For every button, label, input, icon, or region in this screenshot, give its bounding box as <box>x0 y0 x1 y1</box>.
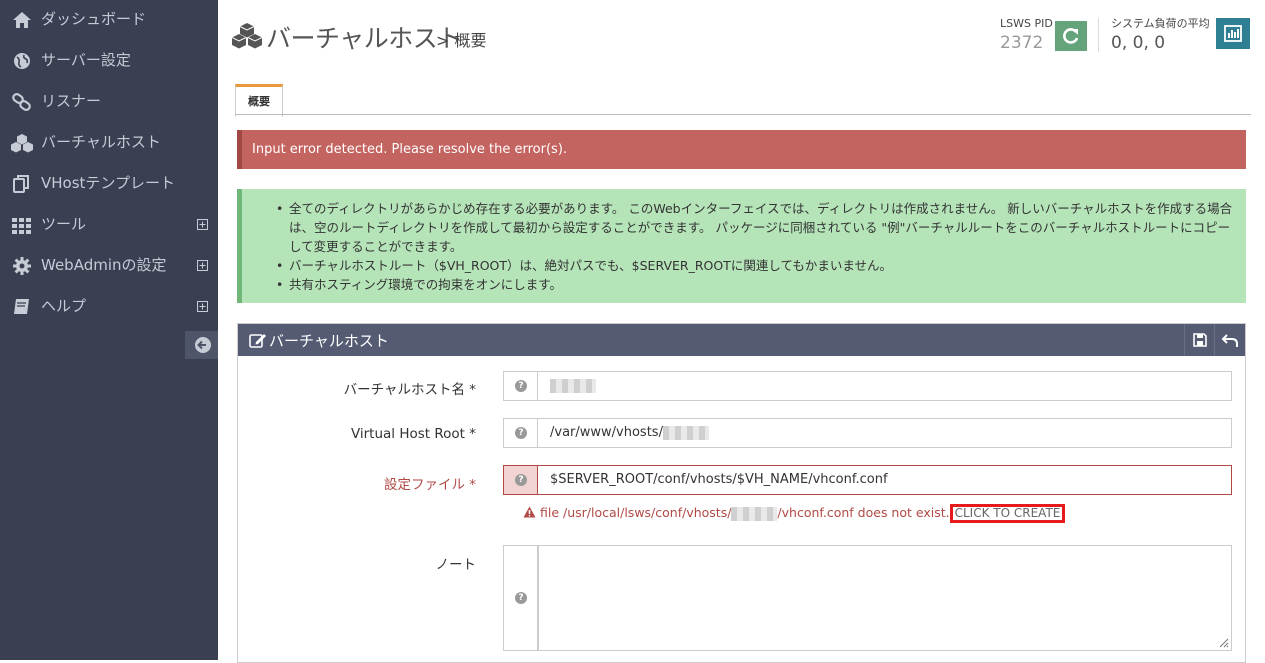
sidebar-item-label: バーチャルホスト <box>41 133 161 151</box>
config-file-value: $SERVER_ROOT/conf/vhosts/$VH_NAME/vhconf… <box>550 472 888 487</box>
globe-icon <box>14 53 30 69</box>
expand-icon <box>197 301 208 312</box>
load-average-value: 0, 0, 0 <box>1111 33 1166 53</box>
help-button[interactable]: ? <box>503 545 538 651</box>
error-path-prefix: file /usr/local/lsws/conf/vhosts/ <box>539 505 732 520</box>
config-file-input[interactable]: $SERVER_ROOT/conf/vhosts/$VH_NAME/vhconf… <box>538 465 1232 495</box>
error-path-suffix: /vhconf.conf does not exist. <box>777 505 950 520</box>
book-icon <box>14 299 29 314</box>
sidebar-item-tools[interactable]: ツール <box>0 205 218 246</box>
sidebar-item-vhost-templates[interactable]: VHostテンプレート <box>0 164 218 205</box>
bar-chart-icon <box>1224 25 1242 42</box>
header-divider <box>1098 18 1099 52</box>
help-button[interactable]: ? <box>503 465 538 495</box>
vhost-name-label: バーチャルホスト名 * <box>343 382 476 398</box>
resize-handle-icon[interactable] <box>1219 638 1229 648</box>
vhost-panel: バーチャルホスト バーチャルホスト名 * ? Virtual Host Root… <box>237 323 1246 663</box>
config-file-error: file /usr/local/lsws/conf/vhosts/ /vhconf… <box>523 504 1066 523</box>
sidebar-item-listeners[interactable]: リスナー <box>0 82 218 123</box>
info-item: バーチャルホストルート（$VH_ROOT）は、絶対パスでも、$SERVER_RO… <box>276 256 1239 275</box>
warning-icon <box>523 506 536 518</box>
home-icon <box>13 12 31 28</box>
help-button[interactable]: ? <box>503 371 538 401</box>
save-button[interactable] <box>1184 324 1215 356</box>
cubes-icon <box>11 134 33 153</box>
sidebar-item-label: リスナー <box>41 92 102 110</box>
expand-icon <box>197 219 208 230</box>
click-to-create-link[interactable]: CLICK TO CREATE <box>949 504 1066 523</box>
info-alert: 全てのディレクトリがあらかじめ存在する必要があります。 このWebインターフェイ… <box>237 189 1246 303</box>
question-icon: ? <box>515 427 527 439</box>
sidebar-item-label: サーバー設定 <box>41 51 131 69</box>
sidebar-collapse-button[interactable] <box>185 331 218 359</box>
copy-icon <box>13 175 29 193</box>
undo-icon <box>1221 334 1238 347</box>
page-title: バーチャルホスト <box>266 24 462 53</box>
note-label: ノート <box>435 557 477 573</box>
breadcrumb: > 概要 <box>436 31 487 50</box>
redacted-value <box>662 425 709 440</box>
redacted-value <box>550 378 596 393</box>
load-average-label: システム負荷の平均 <box>1111 17 1210 30</box>
info-item: 共有ホスティング環境での拘束をオンにします。 <box>276 275 1239 294</box>
panel-header: バーチャルホスト <box>238 324 1245 356</box>
main-content: バーチャルホスト > 概要 LSWS PID 2372 システム負荷の平均 0,… <box>218 0 1265 663</box>
tab-divider <box>235 114 1251 115</box>
question-icon: ? <box>515 380 527 392</box>
sidebar-item-webadmin-settings[interactable]: WebAdminの設定 <box>0 246 218 287</box>
vhost-root-input[interactable]: /var/www/vhosts/ <box>538 418 1232 448</box>
config-file-label: 設定ファイル * <box>383 477 476 493</box>
pid-label: LSWS PID <box>1000 17 1053 30</box>
help-button[interactable]: ? <box>503 418 538 448</box>
sidebar-item-label: ツール <box>41 215 87 233</box>
arrow-left-circle-icon <box>195 337 211 353</box>
gear-icon <box>13 257 31 275</box>
info-list: 全てのディレクトリがあらかじめ存在する必要があります。 このWebインターフェイ… <box>276 199 1239 294</box>
back-button[interactable] <box>1214 324 1246 356</box>
info-item: 全てのディレクトリがあらかじめ存在する必要があります。 このWebインターフェイ… <box>276 199 1239 256</box>
sidebar-item-label: ダッシュボード <box>41 10 147 28</box>
expand-icon <box>197 260 208 271</box>
note-textarea[interactable] <box>538 545 1232 651</box>
sidebar-item-label: VHostテンプレート <box>41 174 175 192</box>
edit-icon <box>249 334 266 348</box>
restart-button[interactable] <box>1055 21 1087 51</box>
vhost-name-input[interactable] <box>538 371 1232 401</box>
redacted-value <box>731 506 778 521</box>
grid-icon <box>12 218 31 234</box>
panel-title: バーチャルホスト <box>269 332 389 350</box>
sidebar-item-dashboard[interactable]: ダッシュボード <box>0 0 218 41</box>
refresh-icon <box>1063 28 1079 44</box>
sidebar-item-label: ヘルプ <box>41 297 87 315</box>
vhost-root-label: Virtual Host Root * <box>350 426 476 442</box>
link-icon <box>12 93 31 111</box>
question-icon: ? <box>515 474 527 486</box>
question-icon: ? <box>515 592 527 604</box>
stats-button[interactable] <box>1216 18 1250 49</box>
sidebar-item-help[interactable]: ヘルプ <box>0 287 218 328</box>
save-icon <box>1193 333 1207 347</box>
error-alert: Input error detected. Please resolve the… <box>237 130 1246 169</box>
tab-overview[interactable]: 概要 <box>235 84 283 117</box>
vhost-root-value: /var/www/vhosts/ <box>550 425 663 440</box>
sidebar-item-server-config[interactable]: サーバー設定 <box>0 41 218 82</box>
cubes-icon <box>232 23 262 49</box>
pid-value: 2372 <box>1000 33 1044 53</box>
sidebar-item-label: WebAdminの設定 <box>41 256 167 274</box>
sidebar-item-virtual-hosts[interactable]: バーチャルホスト <box>0 123 218 164</box>
